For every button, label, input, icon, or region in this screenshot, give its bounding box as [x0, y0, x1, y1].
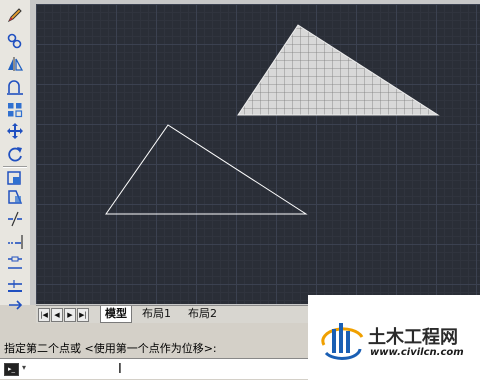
array-icon[interactable] [5, 101, 25, 119]
tab-layout2[interactable]: 布局2 [184, 306, 221, 322]
layout-tab-bar: |◀ ◀ ▶ ▶| 模型 布局1 布局2 [36, 305, 308, 324]
stretch-icon[interactable] [5, 188, 25, 206]
drawing-canvas[interactable] [36, 4, 480, 304]
scale-icon[interactable] [5, 169, 25, 187]
hatched-triangle[interactable] [237, 24, 440, 116]
pencil-icon[interactable] [5, 6, 25, 24]
command-prompt-icon[interactable]: ▸_ [4, 363, 19, 376]
canvas-drawing [105, 24, 440, 215]
prev-tab-icon[interactable]: ◀ [51, 308, 63, 322]
prompt-dropdown-icon[interactable]: ▾ [22, 363, 26, 372]
mirror-icon[interactable] [5, 55, 25, 73]
next-tab-icon[interactable]: ▶ [64, 308, 76, 322]
first-tab-icon[interactable]: |◀ [38, 308, 50, 322]
offset-icon[interactable] [5, 78, 25, 96]
text-cursor-icon: I [118, 362, 122, 377]
extend-icon[interactable] [5, 233, 25, 251]
tab-model[interactable]: 模型 [100, 306, 132, 323]
toolbar-separator [3, 166, 27, 168]
site-logo: 土木工程网 www.civilcn.com [308, 295, 480, 380]
trim-icon[interactable] [5, 210, 25, 228]
copy-icon[interactable] [5, 32, 25, 50]
break-icon[interactable] [5, 254, 25, 272]
outline-triangle[interactable] [105, 124, 308, 215]
explode-icon[interactable] [5, 296, 25, 314]
command-input[interactable]: ▸_ ▾ I [0, 358, 308, 379]
logo-name: 土木工程网 [368, 327, 458, 348]
rotate-icon[interactable] [5, 145, 25, 163]
last-tab-icon[interactable]: ▶| [77, 308, 89, 322]
tab-layout1[interactable]: 布局1 [138, 306, 175, 322]
logo-emblem-icon [321, 323, 364, 360]
modify-toolbar [0, 0, 31, 310]
join-icon[interactable] [5, 275, 25, 293]
logo-url: www.civilcn.com [370, 347, 464, 358]
move-icon[interactable] [5, 122, 25, 140]
command-prompt-text: 指定第二个点或 <使用第一个点作为位移>: [4, 342, 217, 355]
